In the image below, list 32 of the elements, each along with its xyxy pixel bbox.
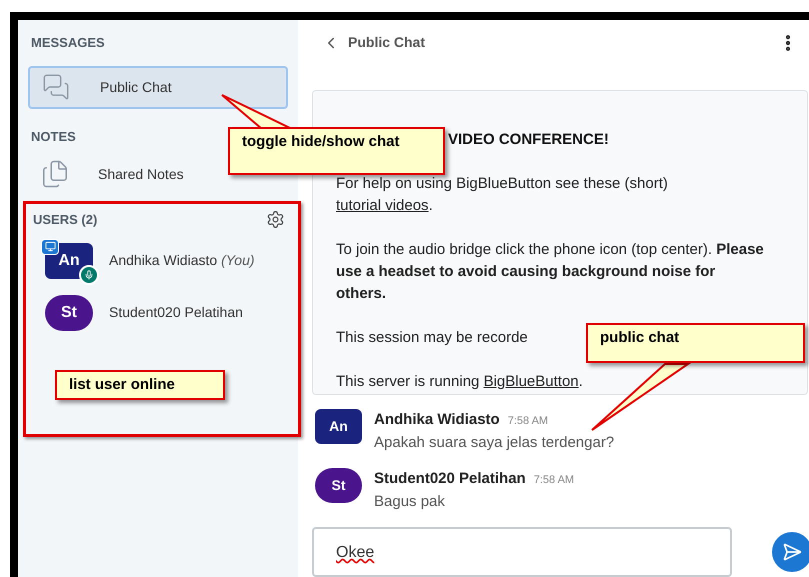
send-icon — [782, 542, 802, 562]
section-heading: NOTES — [31, 128, 76, 146]
welcome-paragraph: To join the audio bridge click the phone icon (top center). Please use a headset to avoid causing background noise for others. — [336, 240, 765, 304]
section-heading: USERS (2) — [33, 211, 98, 229]
callout: public chat — [586, 323, 805, 363]
welcome-paragraph: For help on using BigBlueButton see these (short) tutorial videos. — [336, 174, 669, 216]
link[interactable]: tutorial videos — [336, 196, 429, 214]
user-avatar: St — [45, 294, 93, 330]
message-text: Bagus pak — [374, 492, 446, 512]
callout: list user online — [55, 370, 225, 400]
chat-icon — [42, 73, 70, 101]
user-name[interactable]: Andhika Widiasto (You) — [109, 250, 255, 271]
message-time: 7:58 AM — [534, 473, 574, 488]
user-avatar: St — [315, 468, 362, 503]
user-name[interactable]: Student020 Pelatihan — [109, 302, 243, 323]
settings-icon[interactable] — [266, 210, 285, 230]
user-avatar: An — [315, 409, 362, 444]
section-heading: MESSAGES — [31, 34, 105, 52]
sidebar-item[interactable]: Public Chat — [28, 66, 288, 108]
sidebar-item[interactable]: Shared Notes — [28, 154, 200, 194]
welcome-paragraph: This server is running BigBlueButton. — [336, 372, 583, 392]
message-input[interactable]: Okee — [312, 527, 732, 577]
welcome-paragraph: This session may be recorde — [336, 328, 528, 348]
message-time: 7:58 AM — [508, 414, 548, 429]
sender-name: Student020 Pelatihan — [374, 469, 526, 489]
send-button[interactable] — [772, 532, 809, 572]
message-text: Apakah suara saya jelas terdengar? — [374, 432, 614, 452]
welcome-title: VIDEO CONFERENCE! — [448, 130, 609, 150]
link[interactable]: BigBlueButton — [484, 372, 579, 390]
sender-name: Andhika Widiasto — [374, 410, 500, 430]
chat-title[interactable]: Public Chat — [348, 32, 426, 54]
notes-icon — [40, 159, 70, 189]
